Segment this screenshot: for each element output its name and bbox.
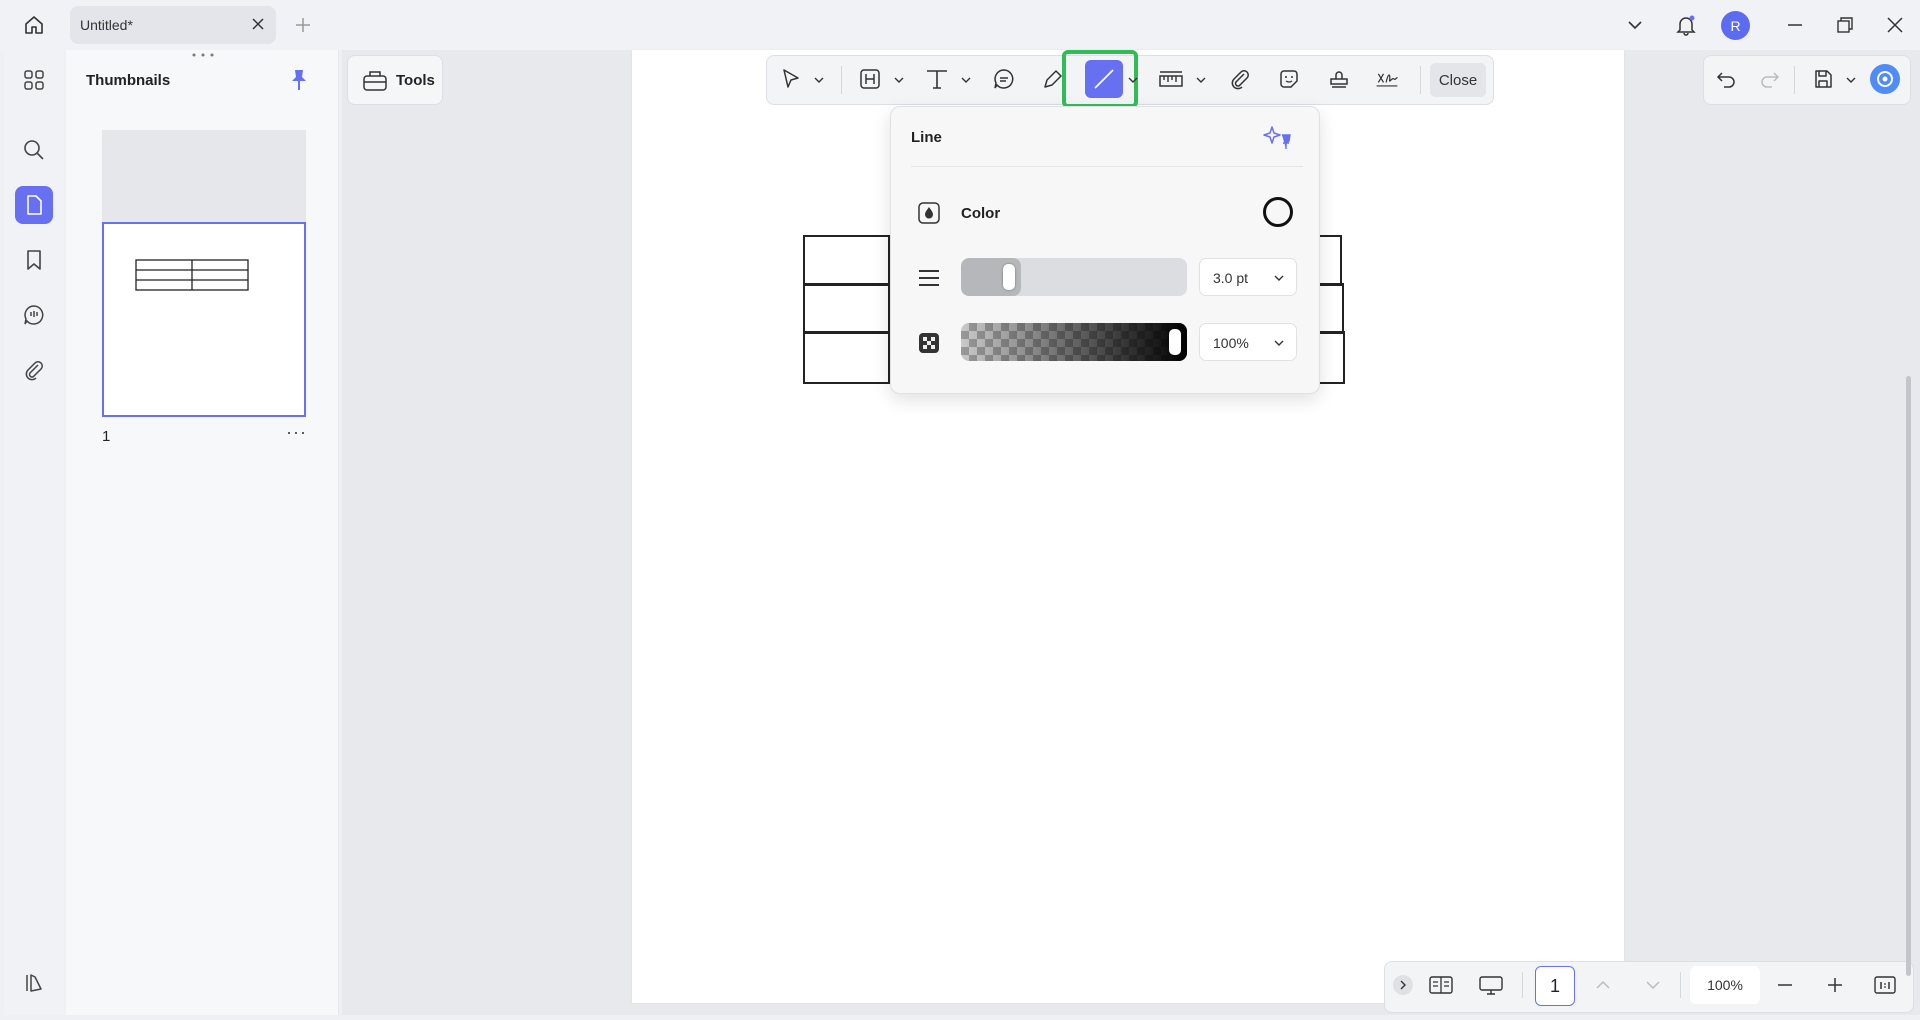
toolbar-divider <box>1522 972 1523 998</box>
attachment-icon[interactable] <box>15 351 53 389</box>
page-thumbnail[interactable] <box>102 222 306 417</box>
opacity-slider-gradient <box>961 323 1187 361</box>
tools-button[interactable]: Tools <box>347 55 443 105</box>
expand-chevron-icon[interactable] <box>1393 975 1413 995</box>
signature-icon[interactable] <box>1374 66 1400 92</box>
home-icon[interactable] <box>21 12 47 38</box>
tools-label: Tools <box>396 72 435 89</box>
tools-icon <box>362 68 388 92</box>
tab-title: Untitled* <box>80 17 133 33</box>
ai-assistant-icon[interactable] <box>1870 64 1900 94</box>
bookmark-icon[interactable] <box>15 241 53 279</box>
line-thickness-icon <box>917 267 941 289</box>
avatar[interactable]: R <box>1721 11 1750 40</box>
thumbnails-panel: Thumbnails 1 ··· <box>66 50 339 1015</box>
sparkle-pin-icon[interactable] <box>1263 123 1293 151</box>
comment-tool-icon[interactable] <box>991 66 1017 92</box>
apps-grid-icon[interactable] <box>15 61 53 99</box>
thickness-dropdown[interactable]: 3.0 pt <box>1199 258 1297 296</box>
chevron-down-icon <box>1274 273 1284 283</box>
text-tool-icon[interactable] <box>924 66 950 92</box>
zoom-out-icon[interactable] <box>1772 972 1798 998</box>
sticker-icon[interactable] <box>1276 66 1302 92</box>
close-toolbar-button[interactable]: Close <box>1430 63 1486 97</box>
search-icon[interactable] <box>15 131 53 169</box>
table-cell[interactable] <box>803 283 890 334</box>
page-layout-icon[interactable] <box>1428 972 1454 998</box>
color-label: Color <box>961 205 1001 222</box>
toolbar-divider <box>1794 66 1795 94</box>
thumbnail-page-number: 1 <box>102 428 111 445</box>
thickness-value: 3.0 pt <box>1213 270 1249 286</box>
resize-handle-icon[interactable] <box>191 52 215 58</box>
chevron-down-icon[interactable] <box>1622 12 1648 38</box>
chevron-down-icon[interactable] <box>1846 75 1856 85</box>
select-tool-icon[interactable] <box>778 66 804 92</box>
opacity-dropdown[interactable]: 100% <box>1199 323 1297 361</box>
thickness-slider[interactable] <box>961 258 1187 296</box>
pin-icon[interactable] <box>288 68 310 92</box>
thumbnails-panel-icon[interactable] <box>15 186 53 224</box>
redo-icon[interactable] <box>1757 66 1783 92</box>
vertical-scrollbar[interactable] <box>1906 376 1911 976</box>
table-cell[interactable] <box>803 235 890 286</box>
thickness-slider-handle[interactable] <box>1003 264 1016 290</box>
save-icon[interactable] <box>1810 66 1836 92</box>
table-cell[interactable] <box>803 331 890 384</box>
opacity-checker-icon <box>917 331 941 355</box>
line-properties-popup: Line Color 3.0 pt 100% <box>890 106 1320 394</box>
chevron-down-icon[interactable] <box>814 75 824 85</box>
stamp-icon[interactable] <box>1326 66 1352 92</box>
chevron-down-icon[interactable] <box>894 75 904 85</box>
new-tab-icon[interactable] <box>290 12 316 38</box>
chevron-down-icon <box>1274 338 1284 348</box>
toolbar-divider <box>1420 66 1421 94</box>
comments-icon[interactable] <box>15 296 53 334</box>
thumbnail-table-preview <box>135 259 249 291</box>
popup-divider <box>911 166 1303 167</box>
line-tool-button[interactable] <box>1085 60 1123 98</box>
thumbnail-placeholder <box>102 130 306 222</box>
highlight-tool-icon[interactable] <box>857 66 883 92</box>
zoom-in-icon[interactable] <box>1822 972 1848 998</box>
next-page-icon[interactable] <box>1640 972 1666 998</box>
chevron-down-icon[interactable] <box>961 75 971 85</box>
attachment-icon[interactable] <box>1227 66 1253 92</box>
document-tab[interactable]: Untitled* <box>70 6 276 44</box>
toolbar-divider <box>841 66 842 94</box>
title-bar: Untitled* R <box>0 0 1920 50</box>
close-window-icon[interactable] <box>1882 12 1908 38</box>
more-options-icon[interactable]: ··· <box>286 422 307 443</box>
chevron-down-icon[interactable] <box>1196 75 1206 85</box>
opacity-slider-handle[interactable] <box>1169 329 1181 355</box>
panel-title: Thumbnails <box>86 72 171 89</box>
close-tab-icon[interactable] <box>250 16 266 32</box>
color-swatch[interactable] <box>1263 197 1293 227</box>
undo-icon[interactable] <box>1713 66 1739 92</box>
sidebar-toggle-icon[interactable] <box>15 964 53 1002</box>
actual-size-icon[interactable] <box>1872 972 1898 998</box>
previous-page-icon[interactable] <box>1590 972 1616 998</box>
page-number-input[interactable]: 1 <box>1535 966 1575 1006</box>
chevron-down-icon[interactable] <box>1128 75 1138 85</box>
line-icon <box>1094 69 1114 89</box>
zoom-level[interactable]: 100% <box>1690 966 1760 1004</box>
presentation-icon[interactable] <box>1478 972 1504 998</box>
toolbar-divider <box>1680 972 1681 998</box>
opacity-slider[interactable] <box>961 323 1187 361</box>
restore-icon[interactable] <box>1832 12 1858 38</box>
popup-title: Line <box>911 129 942 146</box>
measure-tool-icon[interactable] <box>1158 66 1184 92</box>
notification-bell-icon[interactable] <box>1673 12 1699 38</box>
minimize-icon[interactable] <box>1782 12 1808 38</box>
opacity-value: 100% <box>1213 335 1249 351</box>
color-drop-icon <box>917 201 941 225</box>
left-rail <box>4 50 64 1015</box>
